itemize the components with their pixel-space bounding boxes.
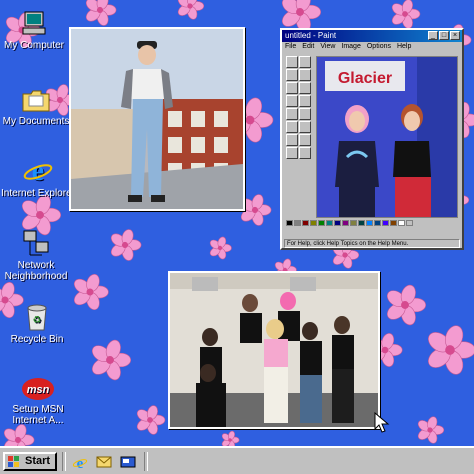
ie-icon: e bbox=[23, 156, 53, 186]
desktop-icon-internet-explorer[interactable]: e Internet Explorer bbox=[0, 156, 76, 199]
desktop-icon-recycle-bin[interactable]: ♻ Recycle Bin bbox=[0, 302, 75, 345]
desktop: My Computer My Documents e Internet Expl… bbox=[0, 0, 474, 446]
menu-edit[interactable]: Edit bbox=[302, 42, 314, 52]
minimize-button[interactable]: _ bbox=[428, 31, 438, 40]
fill-tool[interactable] bbox=[299, 69, 311, 81]
ellipse-tool[interactable] bbox=[286, 147, 298, 159]
pencil-tool[interactable] bbox=[286, 95, 298, 107]
palette-swatch[interactable] bbox=[374, 220, 381, 226]
flower-decoration bbox=[92, 339, 132, 381]
msn-icon: msn bbox=[22, 378, 54, 400]
select-tool[interactable] bbox=[299, 56, 311, 68]
computer-icon bbox=[22, 11, 46, 35]
taskbar-divider bbox=[62, 452, 66, 471]
paint-titlebar[interactable]: untitled - Paint _ □ × bbox=[282, 30, 462, 42]
close-button[interactable]: × bbox=[450, 31, 460, 40]
palette-swatch[interactable] bbox=[334, 220, 341, 226]
palette-swatch[interactable] bbox=[382, 220, 389, 226]
magnifier-tool[interactable] bbox=[299, 82, 311, 94]
desktop-icon-label: Network Neighborhood bbox=[4, 260, 68, 282]
desktop-icon-my-documents[interactable]: My Documents bbox=[0, 88, 74, 127]
flower-decoration bbox=[221, 430, 240, 446]
palette-swatch[interactable] bbox=[294, 220, 301, 226]
menu-options[interactable]: Options bbox=[367, 42, 391, 52]
rounded-rect-tool[interactable] bbox=[299, 147, 311, 159]
paint-canvas[interactable]: Glacier bbox=[316, 56, 458, 218]
desktop-icon-setup-msn[interactable]: msn Setup MSN Internet A... bbox=[0, 376, 76, 426]
palette-swatch[interactable] bbox=[366, 220, 373, 226]
flower-decoration bbox=[136, 405, 166, 435]
desktop-icon-label: Internet Explorer bbox=[1, 188, 75, 199]
desktop-icon-network-neighborhood[interactable]: Network Neighborhood bbox=[0, 228, 74, 282]
menu-view[interactable]: View bbox=[320, 42, 335, 52]
line-tool[interactable] bbox=[286, 121, 298, 133]
menu-help[interactable]: Help bbox=[397, 42, 411, 52]
brush-tool[interactable] bbox=[299, 95, 311, 107]
palette-swatch[interactable] bbox=[406, 220, 413, 226]
palette-swatch[interactable] bbox=[326, 220, 333, 226]
flower-decoration bbox=[428, 325, 474, 375]
menu-image[interactable]: Image bbox=[341, 42, 360, 52]
flower-decoration bbox=[73, 273, 109, 311]
palette-swatch[interactable] bbox=[398, 220, 405, 226]
flower-decoration bbox=[417, 416, 445, 444]
flower-decoration bbox=[110, 229, 142, 261]
desktop-icon-label: My Documents bbox=[2, 116, 70, 127]
flower-decoration bbox=[177, 0, 205, 20]
photo-group bbox=[168, 271, 380, 429]
taskbar: Start e bbox=[0, 446, 474, 474]
eraser-tool[interactable] bbox=[286, 69, 298, 81]
photo-rooftop bbox=[69, 27, 245, 211]
svg-text:e: e bbox=[77, 456, 84, 470]
palette-swatch[interactable] bbox=[342, 220, 349, 226]
desktop-icon-my-computer[interactable]: My Computer bbox=[0, 10, 72, 51]
text-tool[interactable] bbox=[299, 108, 311, 120]
curve-tool[interactable] bbox=[299, 121, 311, 133]
folder-icon bbox=[22, 90, 50, 112]
palette-swatch[interactable] bbox=[390, 220, 397, 226]
paint-window[interactable]: untitled - Paint _ □ × File Edit View Im… bbox=[280, 28, 464, 250]
network-icon bbox=[23, 230, 49, 256]
windows-logo-icon bbox=[8, 456, 19, 467]
flower-decoration bbox=[85, 0, 117, 26]
svg-text:e: e bbox=[32, 156, 44, 186]
desktop-icon-label: My Computer bbox=[3, 40, 64, 51]
free-select-tool[interactable] bbox=[286, 56, 298, 68]
outlook-quicklaunch-icon[interactable] bbox=[96, 454, 112, 470]
rectangle-tool[interactable] bbox=[286, 134, 298, 146]
paint-toolbox bbox=[286, 56, 312, 159]
start-button[interactable]: Start bbox=[3, 452, 57, 471]
color-palette bbox=[286, 220, 413, 226]
paint-menubar: File Edit View Image Options Help bbox=[282, 42, 462, 52]
flower-decoration bbox=[391, 0, 421, 29]
recycle-bin-icon: ♻ bbox=[27, 304, 47, 331]
start-label: Start bbox=[25, 455, 51, 467]
mouse-cursor-icon bbox=[374, 412, 390, 433]
desktop-icon-label: Recycle Bin bbox=[10, 334, 64, 345]
airbrush-tool[interactable] bbox=[286, 108, 298, 120]
svg-text:msn: msn bbox=[27, 384, 50, 396]
polygon-tool[interactable] bbox=[299, 134, 311, 146]
flower-decoration bbox=[3, 424, 35, 446]
show-desktop-icon[interactable] bbox=[120, 454, 136, 470]
maximize-button[interactable]: □ bbox=[439, 31, 449, 40]
ie-quicklaunch-icon[interactable]: e bbox=[72, 454, 88, 470]
paint-title: untitled - Paint bbox=[285, 31, 337, 40]
palette-swatch[interactable] bbox=[286, 220, 293, 226]
flower-decoration bbox=[209, 236, 232, 260]
palette-swatch[interactable] bbox=[350, 220, 357, 226]
menu-file[interactable]: File bbox=[285, 42, 296, 52]
pick-color-tool[interactable] bbox=[286, 82, 298, 94]
flower-decoration bbox=[387, 284, 426, 326]
desktop-icon-label: Setup MSN Internet A... bbox=[12, 404, 64, 426]
palette-swatch[interactable] bbox=[310, 220, 317, 226]
palette-swatch[interactable] bbox=[358, 220, 365, 226]
svg-text:♻: ♻ bbox=[33, 315, 42, 326]
palette-swatch[interactable] bbox=[318, 220, 325, 226]
canvas-sign-text: Glacier bbox=[338, 70, 392, 87]
taskbar-divider bbox=[144, 452, 148, 471]
palette-swatch[interactable] bbox=[302, 220, 309, 226]
paint-status-bar: For Help, click Help Topics on the Help … bbox=[284, 239, 460, 248]
